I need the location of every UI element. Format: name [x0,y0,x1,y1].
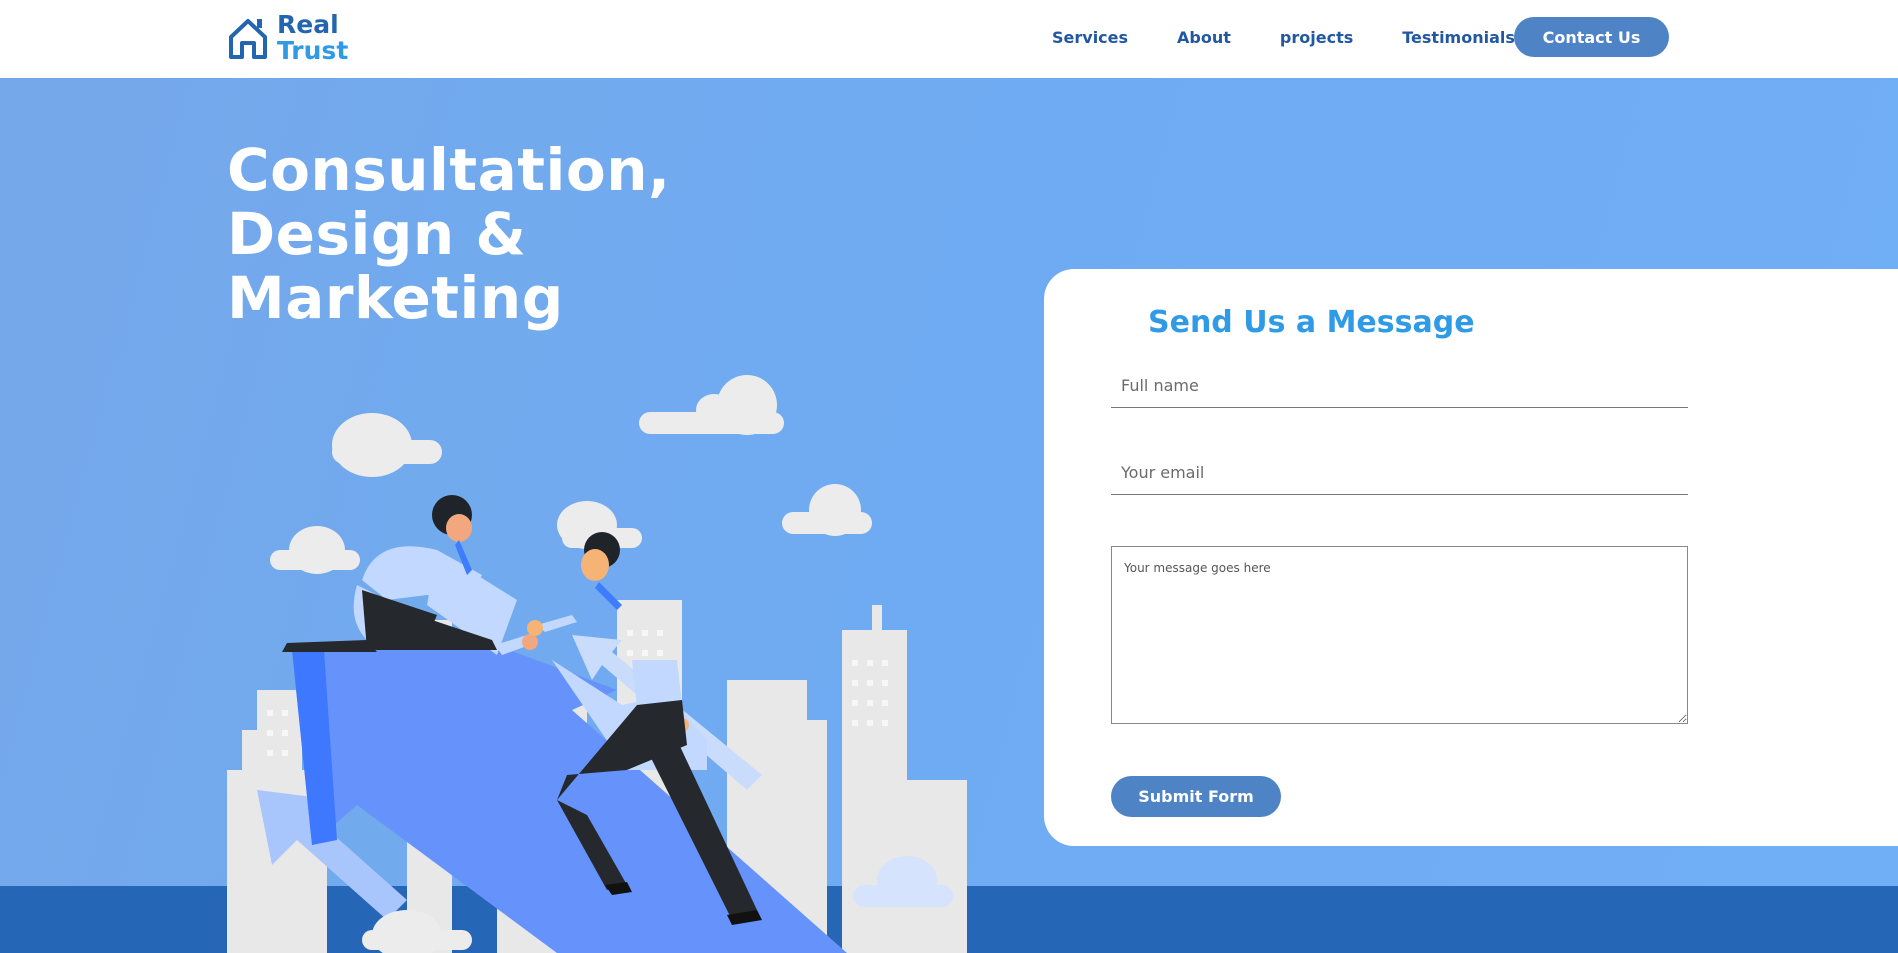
hero-title-line: Design & [227,200,527,268]
cloud-icon [332,413,442,477]
brand-logo[interactable]: Real Trust [227,12,348,64]
brand-line2: Trust [277,36,349,65]
teamwork-illustration [227,375,967,953]
cloud-icon [639,375,784,435]
businessman-helper [282,495,538,655]
cloud-icon [270,526,360,574]
hero-title-line: Marketing [227,264,564,332]
form-title: Send Us a Message [1148,305,1475,340]
brand-name: Real Trust [277,12,348,64]
message-textarea[interactable] [1111,546,1688,724]
email-input[interactable] [1111,451,1688,495]
hero-title: Consultation, Design & Marketing [227,138,671,330]
nav-about[interactable]: About [1177,28,1231,47]
house-icon [229,19,267,59]
submit-form-button[interactable]: Submit Form [1111,776,1281,817]
nav-projects[interactable]: projects [1280,28,1353,47]
cloud-icon [362,910,472,953]
full-name-input[interactable] [1111,364,1688,408]
contact-us-button[interactable]: Contact Us [1514,17,1669,57]
hero-title-line: Consultation, [227,136,671,204]
nav-links: Services About projects Testimonials [1052,28,1564,47]
cloud-icon [782,484,872,536]
nav-services[interactable]: Services [1052,28,1128,47]
top-navbar: Real Trust Services About projects Testi… [0,0,1898,78]
brand-line1: Real [277,10,339,39]
nav-testimonials[interactable]: Testimonials [1402,28,1515,47]
